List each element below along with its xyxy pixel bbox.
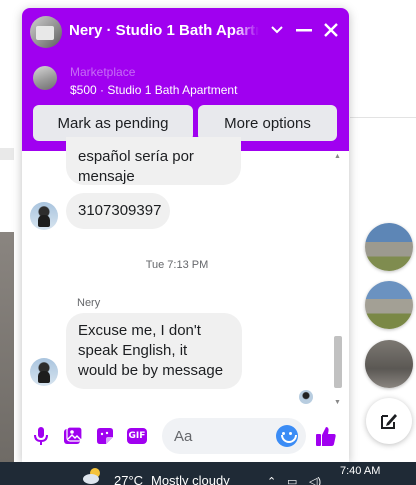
sender-name: Nery (77, 297, 101, 309)
messenger-chat-window: Nery · Studio 1 Bath Apartment Marketpla… (22, 8, 349, 462)
scroll-down-arrow[interactable]: ▼ (334, 399, 341, 406)
scrollbar[interactable]: ▲ ▼ (332, 151, 344, 411)
taskbar-clock[interactable]: 7:40 AM (340, 465, 380, 477)
mark-as-pending-button[interactable]: Mark as pending (33, 105, 193, 141)
message-timestamp: Tue 7:13 PM (145, 259, 209, 271)
sender-avatar[interactable] (30, 202, 58, 230)
emoji-icon[interactable] (276, 425, 298, 447)
sender-avatar[interactable] (30, 358, 58, 386)
chevron-down-icon[interactable] (265, 18, 289, 42)
message-composer: GIF (22, 411, 349, 462)
chat-avatar[interactable] (30, 16, 62, 48)
marketplace-label: Marketplace (70, 65, 136, 79)
gallery-icon[interactable] (61, 424, 85, 448)
minimize-icon[interactable] (292, 18, 316, 42)
chat-head-avatar[interactable] (365, 223, 413, 271)
weather-description[interactable]: Mostly cloudy (151, 473, 230, 485)
message-list: español sería por mensaje 3107309397 Tue… (22, 137, 349, 411)
scroll-up-arrow[interactable]: ▲ (334, 153, 341, 160)
background-photo (0, 232, 14, 462)
new-message-icon[interactable] (366, 398, 412, 444)
weather-temperature[interactable]: 27°C (114, 473, 143, 485)
chat-header: Nery · Studio 1 Bath Apartment Marketpla… (22, 8, 349, 151)
read-receipt-avatar (299, 390, 313, 404)
listing-thumbnail[interactable] (33, 66, 57, 90)
chat-head-avatar[interactable] (365, 340, 413, 388)
background-strip (0, 148, 14, 160)
windows-taskbar: 27°C Mostly cloudy ⌃ ▭ ◁) 7:40 AM (0, 462, 416, 485)
cloud-sun-icon[interactable] (82, 467, 104, 485)
chat-title[interactable]: Nery · Studio 1 Bath Apartment (69, 22, 259, 39)
scrollbar-thumb[interactable] (334, 336, 342, 388)
message-bubble: español sería por mensaje (66, 137, 241, 185)
chat-head-avatar[interactable] (365, 281, 413, 329)
like-icon[interactable] (314, 424, 338, 448)
more-options-button[interactable]: More options (198, 105, 337, 141)
listing-title[interactable]: $500 · Studio 1 Bath Apartment (70, 83, 237, 97)
gif-label: GIF (127, 428, 147, 444)
sticker-icon[interactable] (93, 424, 117, 448)
mic-icon[interactable] (29, 424, 53, 448)
background-divider (350, 117, 416, 118)
gif-icon[interactable]: GIF (125, 424, 149, 448)
tray-caret-icon[interactable]: ⌃ (267, 475, 276, 485)
volume-icon[interactable]: ◁) (309, 475, 321, 485)
message-bubble: 3107309397 (66, 193, 170, 229)
background-page-left (0, 0, 22, 462)
close-icon[interactable] (319, 18, 343, 42)
network-icon[interactable]: ▭ (287, 475, 297, 485)
message-bubble: Excuse me, I don't speak English, it wou… (66, 313, 242, 389)
